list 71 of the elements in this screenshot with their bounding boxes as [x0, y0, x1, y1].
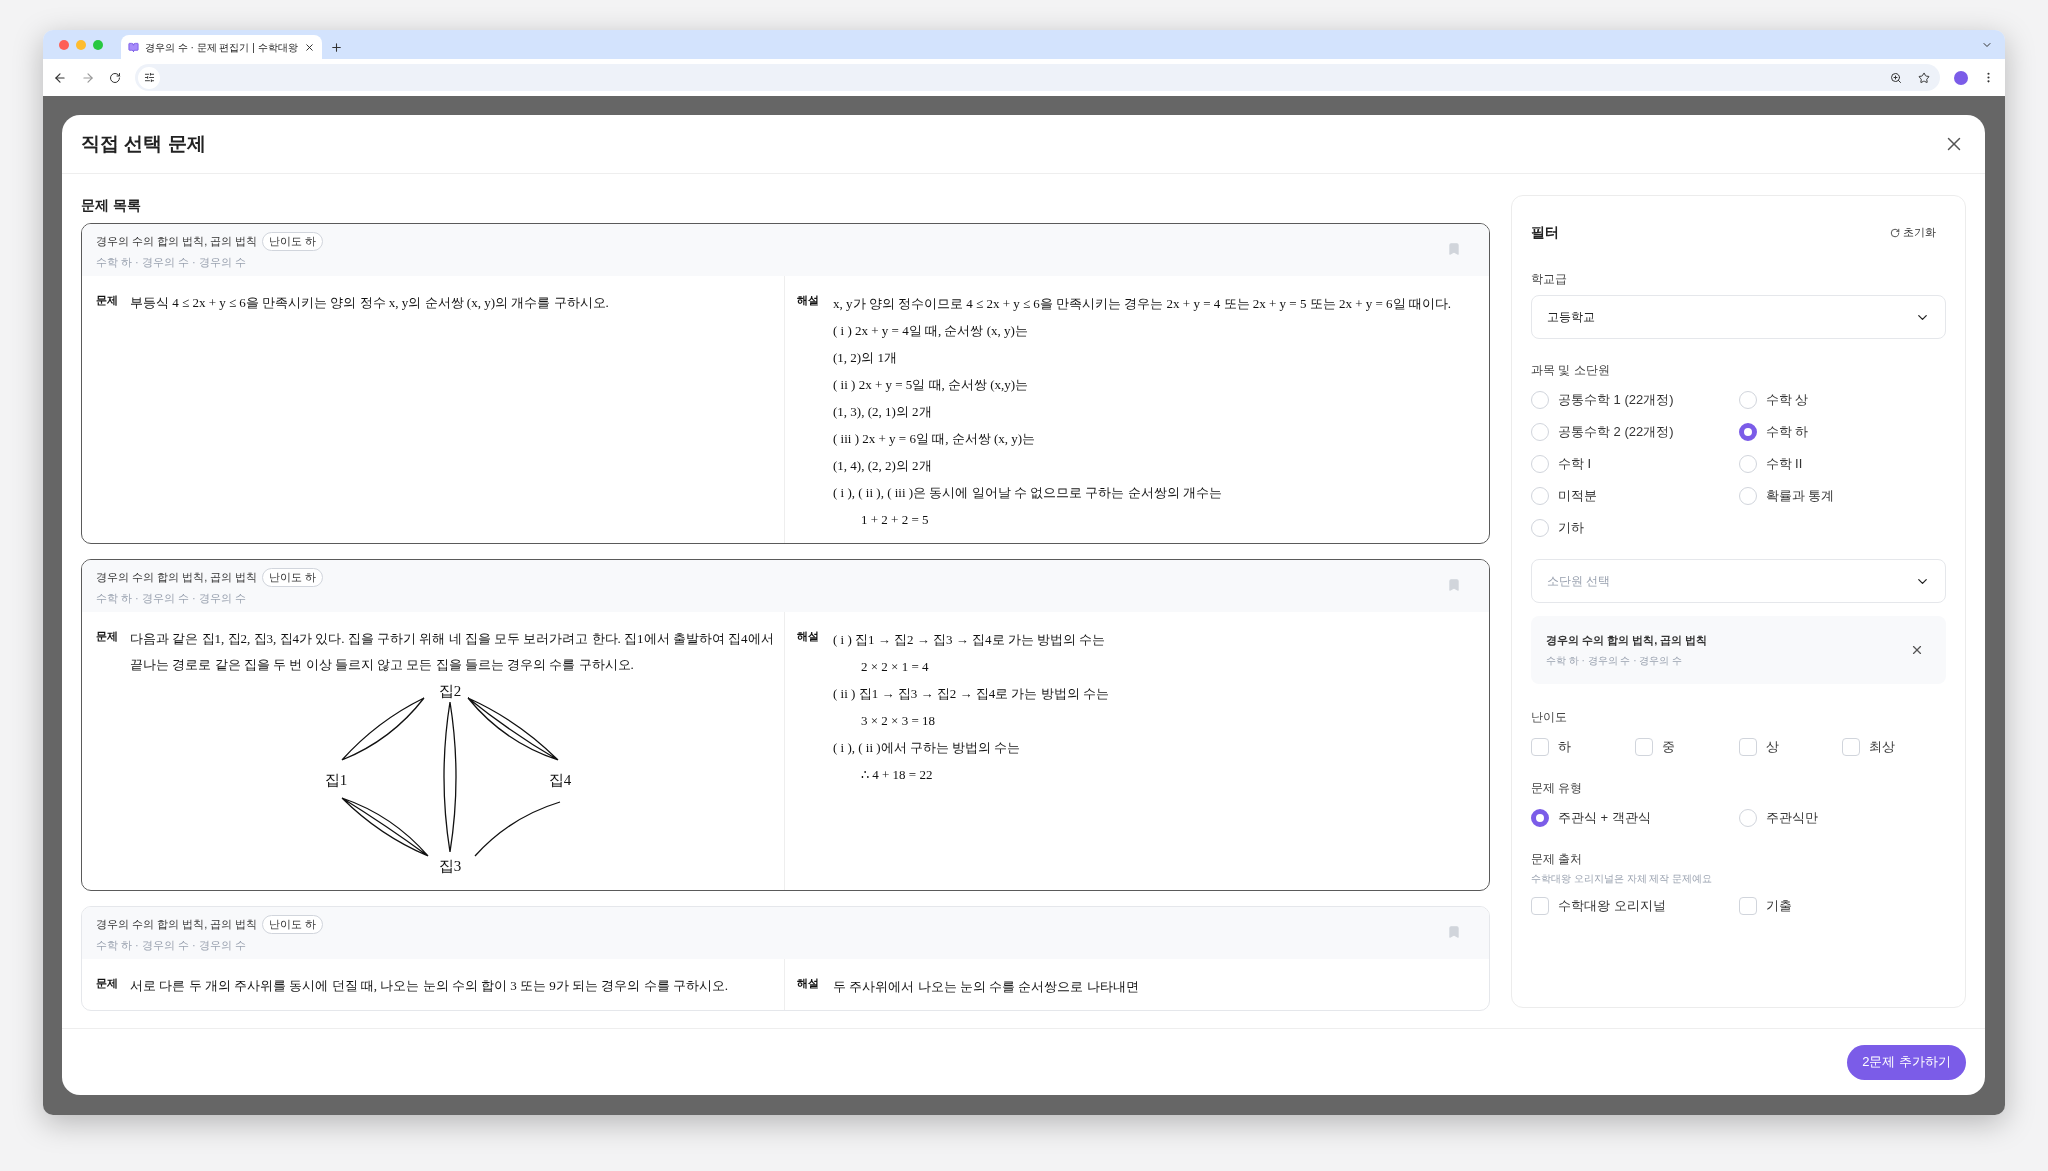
- solution-line: 1 + 2 + 2 = 5: [860, 511, 930, 529]
- section-label: 학교급: [1531, 271, 1568, 288]
- problem-label: 문제: [96, 976, 118, 991]
- option-label: 수학 상: [1765, 391, 1809, 410]
- option-label: 상: [1765, 738, 1779, 757]
- option-label: 기하: [1558, 519, 1584, 538]
- option-label: 미적분: [1558, 487, 1597, 506]
- solution-line: x, y가 양의 정수이므로 4 ≤ 2x + y ≤ 6을 만족시키는 경우는 2x + y = 4 또는 2x + y = 5 또는 2x + y = 6일 때이다.: [833, 295, 1452, 313]
- section-label: 문제 유형: [1531, 780, 1584, 797]
- problem-text: 서로 다른 두 개의 주사위를 동시에 던질 때, 나오는 눈의 수의 합이 3 또는 9가 되는 경우의 수를 구하시오.: [130, 977, 728, 995]
- option-label: 주관식 + 객관식: [1558, 809, 1651, 828]
- add-problems-button[interactable]: 2문제 추가하기: [1847, 1044, 1966, 1080]
- option-label: 하: [1558, 738, 1571, 757]
- reset-button[interactable]: 초기화: [1890, 224, 1936, 241]
- unit-title: 경우의 수의 합의 법칙, 곱의 법칙: [1546, 632, 1708, 648]
- option-label: 중: [1661, 738, 1675, 757]
- option-label: 수학 하: [1765, 423, 1809, 442]
- difficulty-tag: 난이도 하: [262, 232, 324, 251]
- problem-label: 문제: [96, 629, 118, 644]
- option-label: 수학 I: [1558, 455, 1592, 474]
- problem-title: 경우의 수의 합의 법칙, 곱의 법칙: [96, 917, 258, 933]
- problem-path: 수학 하 · 경우의 수 · 경우의 수: [96, 255, 247, 270]
- solution-line: (1, 4), (2, 2)의 2개: [833, 457, 933, 475]
- difficulty-tag: 난이도 하: [262, 568, 324, 587]
- section-label: 난이도: [1531, 709, 1568, 726]
- option-label: 확률과 통계: [1765, 487, 1835, 506]
- node-label: 집4: [547, 772, 573, 788]
- browser-tab[interactable]: 경우의 수 · 문제 편집기 | 수학대왕: [121, 35, 322, 59]
- solution-line: ( i ) 2x + y = 4일 때, 순서쌍 (x, y)는: [833, 322, 1029, 340]
- difficulty-tag: 난이도 하: [262, 915, 324, 934]
- solution-line: ( iii ) 2x + y = 6일 때, 순서쌍 (x, y)는: [833, 430, 1037, 448]
- option-label: 주관식만: [1765, 809, 1818, 828]
- option-label: 최상: [1869, 738, 1896, 757]
- problem-title: 경우의 수의 합의 법칙, 곱의 법칙: [96, 570, 258, 586]
- hint-text: 수학대왕 오리지널은 자체 제작 문제예요: [1531, 872, 1714, 886]
- solution-line: (1, 2)의 1개: [833, 349, 898, 367]
- school-select[interactable]: 고등학교: [1531, 295, 1946, 339]
- option-label: 공통수학 2 (22개정): [1558, 423, 1674, 442]
- list-title: 문제 목록: [81, 196, 142, 215]
- modal-title: 직접 선택 문제: [81, 131, 206, 156]
- node-label: 집3: [437, 858, 463, 874]
- section-label: 과목 및 소단원: [1531, 362, 1611, 379]
- option-label: 수학대왕 오리지널: [1558, 897, 1666, 916]
- solution-line: ( i ), ( ii ), ( iii )은 동시에 일어날 수 없으므로 구하는 순서쌍의 개수는: [833, 484, 1223, 502]
- solution-label: 해설: [797, 976, 819, 991]
- node-label: 집1: [323, 772, 349, 788]
- problem-path: 수학 하 · 경우의 수 · 경우의 수: [96, 938, 247, 953]
- option-label: 기출: [1765, 897, 1792, 916]
- solution-line: ( i ), ( ii )에서 구하는 방법의 수는: [833, 739, 1022, 757]
- solution-line: 3 × 2 × 3 = 18: [860, 712, 936, 730]
- solution-line: ∴ 4 + 18 = 22: [860, 766, 934, 784]
- problem-label: 문제: [96, 293, 118, 308]
- problem-text: 다음과 같은 집1, 집2, 집3, 집4가 있다. 집을 구하기 위해 네 집을 모두 보러가려고 한다. 집1에서 출발하여 집4에서 끝나는 경로로 같은 집을 두 번 이상 들르지 않고 모든 집을 들르는 경우의 수를 구하시오.: [130, 630, 775, 674]
- problem-title: 경우의 수의 합의 법칙, 곱의 법칙: [96, 234, 258, 250]
- option-label: 수학 II: [1765, 455, 1803, 474]
- solution-line: (1, 3), (2, 1)의 2개: [833, 403, 933, 421]
- unit-path: 수학 하 · 경우의 수 · 경우의 수: [1546, 654, 1684, 669]
- solution-line: ( ii ) 2x + y = 5일 때, 순서쌍 (x,y)는: [833, 376, 1030, 394]
- option-label: 공통수학 1 (22개정): [1558, 391, 1674, 410]
- solution-label: 해설: [797, 629, 819, 644]
- solution-line: 두 주사위에서 나오는 눈의 수를 순서쌍으로 나타내면: [833, 978, 1139, 996]
- node-label: 집2: [437, 683, 463, 699]
- section-label: 문제 출처: [1531, 851, 1584, 868]
- problem-path: 수학 하 · 경우의 수 · 경우의 수: [96, 591, 247, 606]
- problem-text: 부등식 4 ≤ 2x + y ≤ 6을 만족시키는 양의 정수 x, y의 순서쌍 (x, y)의 개수를 구하시오.: [130, 294, 609, 312]
- filter-title: 필터: [1531, 223, 1559, 242]
- solution-line: 2 × 2 × 1 = 4: [860, 658, 930, 676]
- solution-line: ( i ) 집1 → 집2 → 집3 → 집4로 가는 방법의 수는: [833, 631, 1107, 649]
- solution-line: ( ii ) 집1 → 집3 → 집2 → 집4로 가는 방법의 수는: [833, 685, 1109, 703]
- solution-label: 해설: [797, 293, 819, 308]
- problem-card[interactable]: 경우의 수의 합의 법칙, 곱의 법칙 난이도 하 수학 하 · 경우의 수 · 경우의 수 문제 서로 다른 두 개의 주사위를 동시에 던질 때, 나오는 눈의 수의 합이 3 또는 9가 되는 경우의 수를 구하시오. 해설 두 주사위에서 나오는 눈의 수를 순서쌍으로 나타내면: [81, 906, 1490, 1011]
